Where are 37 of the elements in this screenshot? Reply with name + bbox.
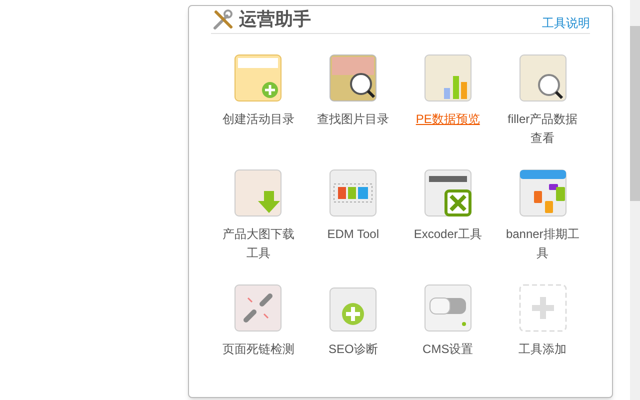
tool-item[interactable]: SEO诊断 <box>306 284 400 399</box>
tool-item[interactable]: 页面死链检测 <box>211 284 306 399</box>
calendar-icon <box>518 169 567 217</box>
tools-icon <box>211 8 235 32</box>
tool-label: Excoder工具 <box>412 226 483 243</box>
popup-title: 运营助手 <box>239 8 311 31</box>
tool-item[interactable]: 查找图片目录 <box>306 54 400 169</box>
tool-item[interactable]: Excoder工具 <box>400 169 496 284</box>
tool-item[interactable]: 产品大图下载工具 <box>211 169 306 284</box>
tool-label: 产品大图下载工具 <box>221 226 296 262</box>
edm-icon <box>329 169 378 217</box>
html-excel-icon <box>424 169 472 217</box>
landscape-magnifier-icon <box>329 54 378 102</box>
tool-item[interactable]: 工具添加 <box>495 284 590 399</box>
tool-label: SEO诊断 <box>327 341 379 358</box>
tool-item[interactable]: CMS设置 <box>400 284 496 399</box>
help-link[interactable]: 工具说明 <box>542 14 590 32</box>
tool-label: filler产品数据查看 <box>506 111 579 147</box>
broken-link-icon <box>234 284 282 332</box>
toggle-switch-icon <box>424 284 472 332</box>
plus-icon <box>518 284 567 332</box>
tool-label: 工具添加 <box>518 341 568 358</box>
tool-item[interactable]: 创建活动目录 <box>211 54 306 169</box>
tool-label: EDM Tool <box>326 226 380 243</box>
magnifier-icon <box>518 54 567 102</box>
bar-chart-icon <box>424 54 472 102</box>
tool-label: 查找图片目录 <box>316 111 390 128</box>
tool-label: banner排期工具 <box>504 226 580 262</box>
tool-item[interactable]: filler产品数据查看 <box>495 54 590 169</box>
scrollbar[interactable] <box>630 0 640 400</box>
tool-label: 页面死链检测 <box>221 341 296 358</box>
tool-item[interactable]: EDM Tool <box>306 169 400 284</box>
tool-item[interactable]: banner排期工具 <box>495 169 590 284</box>
tool-label: CMS设置 <box>422 341 474 358</box>
tool-label: 创建活动目录 <box>221 111 296 128</box>
tool-label: PE数据预览 <box>414 111 481 128</box>
folder-plus-icon <box>234 54 282 102</box>
